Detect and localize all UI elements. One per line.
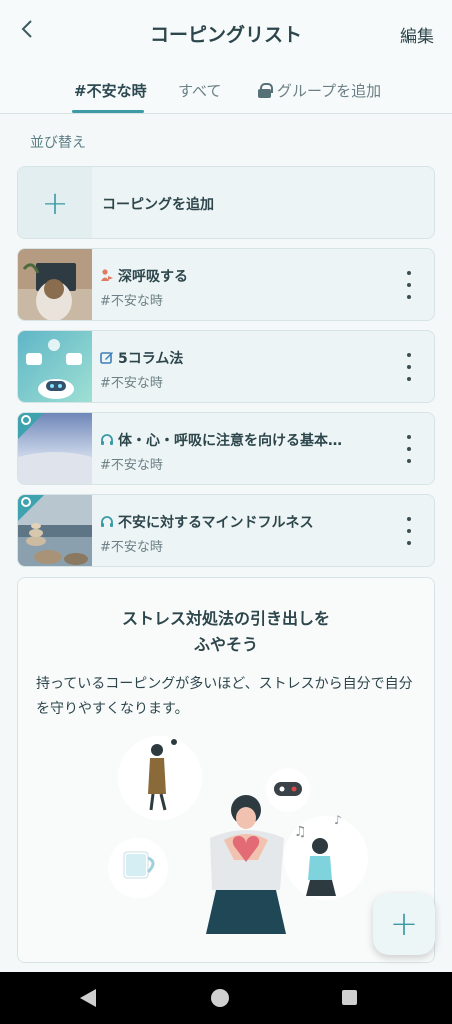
headphones-icon	[101, 434, 113, 445]
thumbnail-image	[18, 413, 92, 484]
item-title: 深呼吸する	[100, 266, 188, 286]
add-fab-button[interactable]: +	[373, 893, 435, 955]
page-title: コーピングリスト	[149, 24, 302, 46]
item-tag: #不安な時	[100, 376, 163, 391]
tab-anxious[interactable]: #不安な時	[74, 80, 147, 101]
item-title: 不安に対するマインドフルネス	[100, 512, 313, 532]
nav-home-icon[interactable]	[211, 989, 229, 1007]
promo-text: 持っているコーピングが多いほど、ストレスから自分で自分を守りやすくなります。	[36, 676, 413, 717]
thumbnail-image	[18, 495, 92, 566]
stress-illustration: ♫ ♪	[108, 736, 368, 934]
more-menu-icon[interactable]	[406, 271, 412, 299]
thumbnail-image	[18, 249, 92, 320]
lock-icon	[258, 83, 273, 98]
tab-all[interactable]: すべて	[178, 80, 221, 101]
award-icon	[21, 415, 31, 425]
edit-icon	[100, 352, 113, 364]
item-title: 5コラム法	[100, 348, 183, 368]
add-coping-label: コーピングを追加	[102, 197, 214, 213]
active-tab-indicator	[72, 110, 144, 113]
coping-item[interactable]: 体・心・呼吸に注意を向ける基本… #不安な時	[17, 412, 435, 485]
nav-back-icon[interactable]	[80, 989, 96, 1007]
item-title: 体・心・呼吸に注意を向ける基本…	[100, 430, 342, 450]
coping-item[interactable]: 5コラム法 #不安な時	[17, 330, 435, 403]
coping-item[interactable]: 深呼吸する #不安な時	[17, 248, 435, 321]
tab-add-group-label: グループを追加	[277, 82, 382, 100]
tab-bar: #不安な時 すべて グループを追加	[0, 66, 452, 114]
svg-text:♫: ♫	[294, 824, 307, 840]
app-header: コーピングリスト 編集	[0, 0, 452, 66]
coping-item[interactable]: 不安に対するマインドフルネス #不安な時	[17, 494, 435, 567]
nav-recents-icon[interactable]	[342, 990, 357, 1005]
item-tag: #不安な時	[100, 458, 163, 473]
thumbnail-image	[18, 331, 92, 402]
headphones-icon	[101, 516, 113, 527]
item-tag: #不安な時	[100, 294, 163, 309]
edit-button[interactable]: 編集	[400, 22, 434, 47]
more-menu-icon[interactable]	[406, 353, 412, 381]
tab-add-group[interactable]: グループを追加	[258, 80, 381, 101]
add-coping-card[interactable]: + コーピングを追加	[17, 166, 435, 239]
award-icon	[21, 497, 31, 507]
more-menu-icon[interactable]	[406, 517, 412, 545]
promo-title: ストレス対処法の引き出しを ふやそう	[121, 609, 330, 654]
item-tag: #不安な時	[100, 540, 163, 555]
system-nav-bar	[0, 972, 452, 1024]
person-heart-icon	[101, 269, 113, 281]
svg-text:♪: ♪	[334, 813, 342, 827]
plus-icon: +	[18, 167, 92, 238]
sort-button[interactable]: 並び替え	[30, 132, 86, 152]
more-menu-icon[interactable]	[406, 435, 412, 463]
